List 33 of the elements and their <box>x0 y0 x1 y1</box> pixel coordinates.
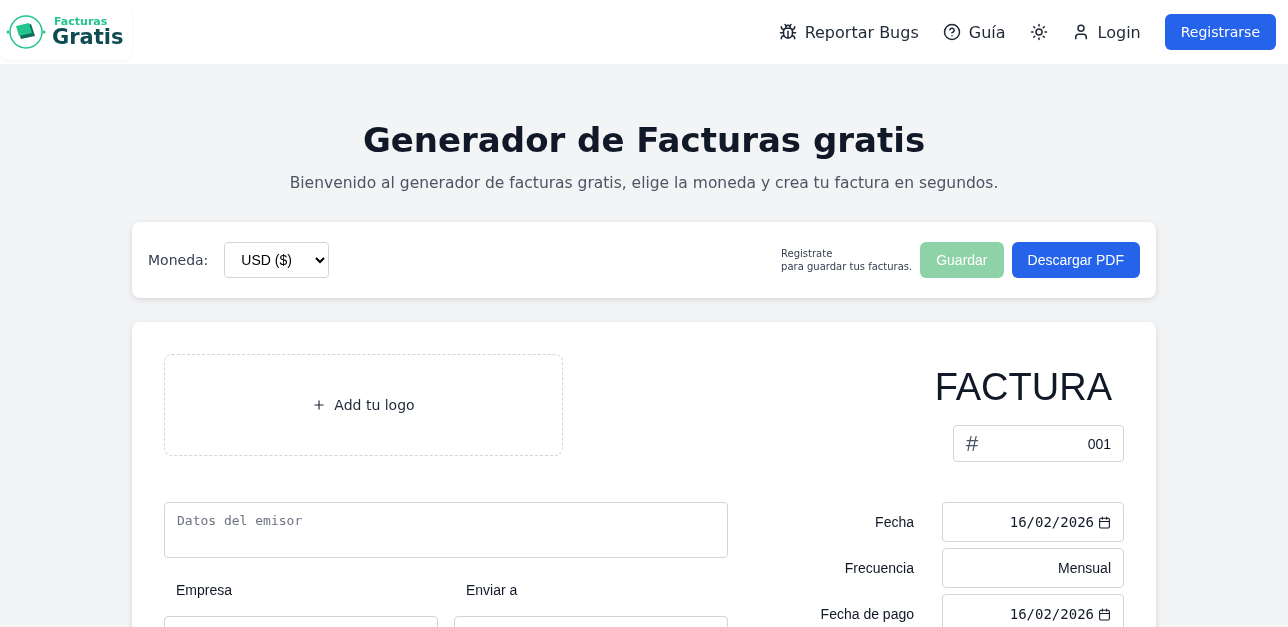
nav-link[interactable]: Reportar Bugs <box>778 22 919 42</box>
help-icon <box>942 23 961 41</box>
register-note: Registrate para guardar tus facturas. <box>781 246 913 274</box>
logo-icon <box>4 12 48 52</box>
issuer-field[interactable]: Datos del emisor <box>164 502 728 558</box>
nav-link[interactable]: Login <box>1071 22 1141 42</box>
currency-select[interactable]: USD ($) <box>224 242 330 278</box>
field-label: Enviar a <box>465 582 519 598</box>
plus-icon <box>312 398 327 412</box>
nav-link[interactable]: Guía <box>942 22 1006 42</box>
field-label: Empresa <box>175 582 234 598</box>
bug-icon <box>778 23 797 41</box>
logo[interactable]: Facturas Gratis <box>0 4 132 60</box>
logo-text: Gratis <box>52 27 124 48</box>
sun-icon <box>1029 23 1048 41</box>
date-field[interactable]: 16/02/2026 <box>942 502 1124 542</box>
field-label: Frecuencia <box>843 560 914 576</box>
page-title: Generador de Facturas gratis <box>361 120 927 160</box>
date-field[interactable]: 16/02/2026 <box>942 594 1124 627</box>
logo-text: Facturas <box>54 16 109 27</box>
invoice-number-field[interactable]: # 001 <box>953 425 1124 462</box>
page-subtitle: Bienvenido al generador de facturas gratis, elige la moneda y crea tu factura en segundos. <box>288 174 1000 192</box>
calendar-icon[interactable] <box>1098 607 1111 621</box>
register-button[interactable]: Registrarse <box>1164 14 1276 50</box>
field-label: Fecha <box>874 514 914 530</box>
calendar-icon[interactable] <box>1098 515 1111 529</box>
logo-upload[interactable]: Add tu logo <box>164 354 563 456</box>
download-pdf-button[interactable]: Descargar PDF <box>1011 242 1140 278</box>
field-label: Fecha de pago <box>820 606 914 622</box>
invoice-heading: FACTURA <box>934 366 1112 409</box>
theme-toggle[interactable] <box>1029 23 1048 41</box>
currency-label: Moneda: <box>148 252 209 268</box>
input-field[interactable]: Mensual <box>942 548 1124 588</box>
